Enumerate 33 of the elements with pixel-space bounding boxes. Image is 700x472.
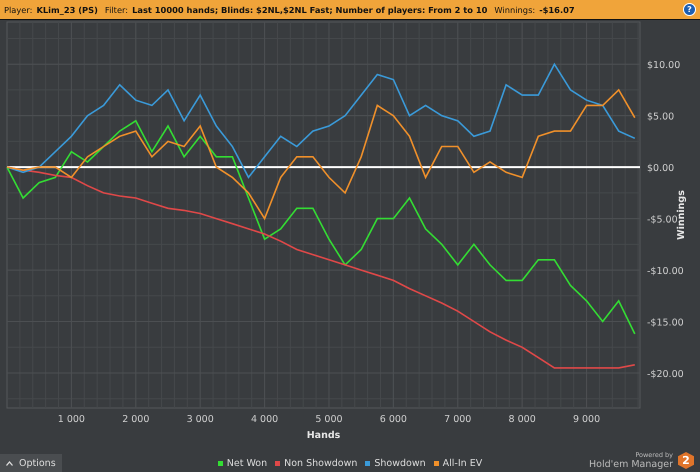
x-tick-label: 9 000 [572,414,600,425]
x-tick-label: 4 000 [250,414,278,425]
legend-label: Non Showdown [284,458,358,469]
x-tick-label: 7 000 [444,414,472,425]
y-tick-label: $0.00 [647,163,674,174]
legend-label: Net Won [226,458,268,469]
help-icon[interactable]: ? [683,3,696,16]
field-label: Winnings: [494,4,536,14]
y-tick-label: $10.00 [647,60,680,72]
x-tick-label: 8 000 [508,414,536,425]
options-button[interactable]: Options [0,454,62,472]
product-name: Hold'em Manager [589,459,673,470]
logo-badge: 2 [678,452,694,469]
x-axis-title: Hands [306,430,340,441]
field-value: -$16.07 [539,4,575,14]
legend-label: All-In EV [442,458,482,469]
field-value: Last 10000 hands; Blinds: $2NL,$2NL Fast; Number of players: From 2 to 10 [132,4,488,14]
y-tick-label: $5.00 [647,112,674,123]
field-label: Filter: [104,4,128,14]
field-value: KLim_23 (PS) [36,4,98,14]
x-tick-label: 3 000 [186,414,214,425]
y-tick-label: -$15.00 [647,318,684,329]
x-tick-label: 5 000 [315,414,343,425]
x-tick-label: 6 000 [380,414,407,425]
y-tick-label: -$20.00 [647,369,684,380]
y-axis-title: Winnings [676,190,687,240]
y-tick-label: -$5.00 [647,214,678,226]
field-label: Player: [4,4,32,14]
legend-label: Showdown [374,458,426,469]
x-tick-label: 1 000 [58,414,85,425]
caret-icon [6,460,13,466]
x-tick-label: 2 000 [122,414,150,425]
y-tick-label: -$10.00 [647,266,684,278]
